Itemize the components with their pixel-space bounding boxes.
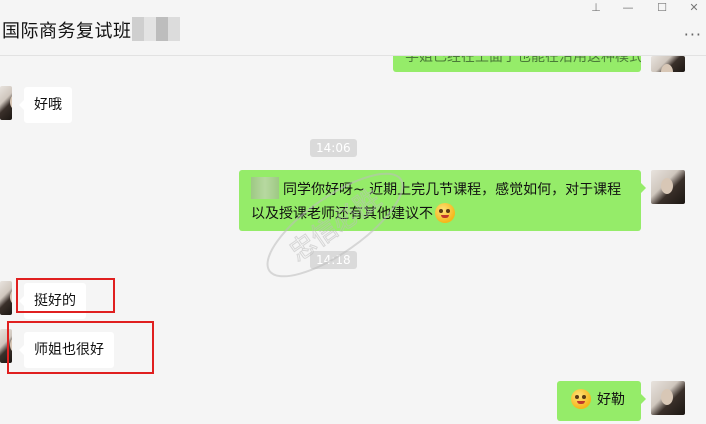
avatar-contact[interactable] [0, 86, 12, 120]
blurred-title-suffix [132, 17, 144, 41]
message-bubble-self[interactable]: 同学你好呀~ 近期上完几节课程，感觉如何，对于课程以及授课老师还有其他建议不 [239, 170, 646, 231]
pin-icon[interactable]: ⊥ [584, 0, 608, 16]
smile-emoji-icon [571, 389, 591, 409]
close-icon[interactable]: ✕ [682, 0, 706, 16]
message-bubble-self[interactable]: 学姐已经在上面了也能在沿用这种模式 [393, 56, 641, 72]
maximize-icon[interactable]: ☐ [650, 0, 674, 16]
minimize-icon[interactable]: — [616, 0, 640, 16]
message-bubble-self[interactable]: 好勒 [557, 381, 646, 421]
smile-emoji-icon [435, 203, 455, 223]
blurred-title-suffix [144, 17, 156, 41]
blurred-name [251, 177, 279, 199]
avatar-self[interactable] [651, 381, 685, 415]
timestamp: 14:06 [310, 139, 357, 157]
chat-title: 国际商务复试班 [2, 21, 132, 42]
avatar-self[interactable] [651, 56, 685, 72]
highlight-box [7, 321, 154, 374]
message-text: 好勒 [597, 392, 625, 408]
timestamp: 14:18 [310, 251, 357, 269]
avatar-contact[interactable] [0, 281, 12, 315]
blurred-title-suffix [156, 17, 168, 41]
avatar-self[interactable] [651, 170, 685, 204]
highlight-box [16, 278, 115, 313]
chat-header: 国际商务复试班 ⊥ — ☐ ✕ ··· [0, 0, 706, 56]
message-clip: 学姐已经在上面了也能在沿用这种模式 [393, 56, 641, 72]
more-options-icon[interactable]: ··· [684, 27, 702, 43]
blurred-title-suffix [168, 17, 180, 41]
message-bubble-other[interactable]: 好哦 [19, 87, 72, 123]
